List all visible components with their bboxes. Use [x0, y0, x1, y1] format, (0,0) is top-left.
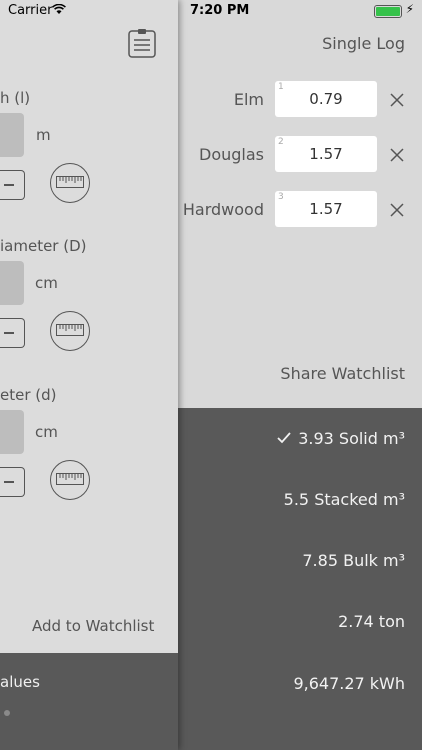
length-measure-button[interactable]: [50, 163, 90, 203]
share-watchlist-button[interactable]: Share Watchlist: [280, 364, 405, 383]
input-drawer: h (l) ✕ m iameter (D) ✕ cm eter (d) ✕ cm…: [0, 0, 178, 750]
log-name: Hardwood: [182, 200, 264, 219]
charging-icon: ⚡: [405, 2, 414, 16]
drawer-footer: alues: [0, 653, 178, 750]
status-bar: Carrier 7:20 PM ⚡: [0, 0, 422, 22]
ruler-icon: [56, 473, 84, 485]
result-item[interactable]: 3.93 Solid m³: [298, 429, 405, 448]
diameter-label: iameter (D): [0, 237, 87, 255]
small-diameter-decrement-button[interactable]: [0, 467, 25, 497]
add-to-watchlist-button[interactable]: Add to Watchlist: [32, 617, 154, 635]
carrier-label: Carrier: [8, 3, 53, 18]
diameter-decrement-button[interactable]: [0, 318, 25, 348]
log-value-field[interactable]: 2 1.57: [275, 136, 377, 172]
log-value-field[interactable]: 1 0.79: [275, 81, 377, 117]
result-item[interactable]: 2.74 ton: [338, 612, 405, 631]
result-item[interactable]: 7.85 Bulk m³: [302, 551, 405, 570]
log-name: Elm: [233, 90, 264, 109]
small-diameter-unit: cm: [35, 423, 58, 441]
diameter-input[interactable]: ✕: [0, 261, 24, 305]
length-input[interactable]: ✕: [0, 113, 24, 157]
log-value: 1.57: [309, 145, 343, 163]
small-diameter-measure-button[interactable]: [50, 460, 90, 500]
page-title[interactable]: Single Log: [322, 34, 405, 53]
log-value: 1.57: [309, 200, 343, 218]
log-value: 0.79: [309, 90, 343, 108]
small-diameter-label: eter (d): [0, 386, 57, 404]
clock: 7:20 PM: [190, 3, 250, 18]
checkmark-icon: [277, 432, 291, 444]
drawer-footer-label[interactable]: alues: [0, 673, 40, 691]
small-diameter-input[interactable]: ✕: [0, 410, 24, 454]
notepad-icon[interactable]: [128, 28, 156, 58]
length-label: h (l): [0, 89, 31, 107]
log-value-field[interactable]: 3 1.57: [275, 191, 377, 227]
close-icon[interactable]: [389, 202, 405, 218]
length-decrement-button[interactable]: [0, 170, 25, 200]
diameter-unit: cm: [35, 274, 58, 292]
result-item[interactable]: 5.5 Stacked m³: [284, 490, 405, 509]
close-icon[interactable]: [389, 147, 405, 163]
result-item[interactable]: 9,647.27 kWh: [293, 674, 405, 693]
battery-icon: [374, 5, 402, 18]
log-name: Douglas: [199, 145, 264, 164]
length-unit: m: [36, 126, 51, 144]
diameter-measure-button[interactable]: [50, 311, 90, 351]
ruler-icon: [56, 324, 84, 336]
ruler-icon: [56, 176, 84, 188]
page-indicator-dot: [4, 710, 10, 716]
wifi-icon: [52, 4, 66, 14]
close-icon[interactable]: [389, 92, 405, 108]
